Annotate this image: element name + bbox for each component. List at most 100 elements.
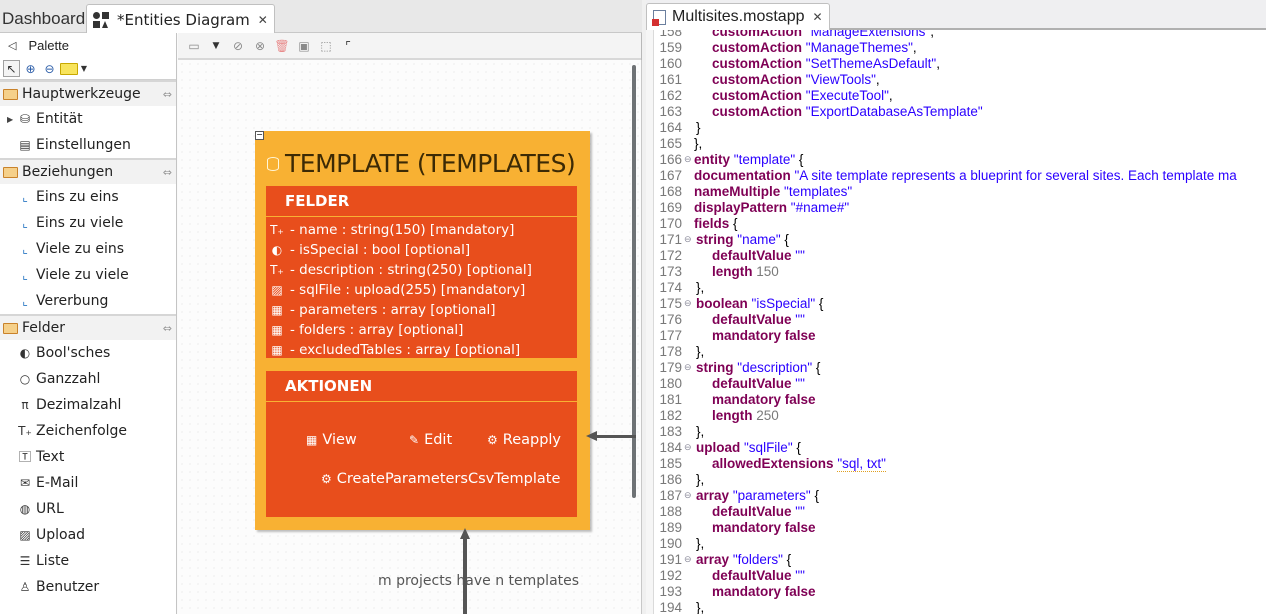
hide-label-icon[interactable]: ⊗	[252, 38, 268, 54]
code-line[interactable]: 168 nameMultiple "templates"	[646, 183, 1266, 199]
palette-item-eins-zu-eins[interactable]: ⌞ Eins zu eins	[0, 184, 176, 210]
diagram-canvas[interactable]: − TEMPLATE (TEMPLATES) FELDER T₊ - name :…	[178, 60, 642, 614]
tab-dashboard[interactable]: Dashboard	[0, 4, 91, 33]
code-line[interactable]: 177 mandatory false	[646, 327, 1266, 343]
select-all-icon[interactable]: ⬚	[318, 38, 334, 54]
chevron-down-icon[interactable]: ▼	[80, 60, 88, 77]
field-row[interactable]: T₊ - name : string(150) [mandatory]	[266, 220, 577, 240]
code-line[interactable]: 191 ⊖ array "folders" {	[646, 551, 1266, 567]
field-row[interactable]: ◐ - isSpecial : bool [optional]	[266, 240, 577, 260]
palette-item-benutzer[interactable]: ♙ Benutzer	[0, 574, 176, 600]
palette-item-url[interactable]: ◍ URL	[0, 496, 176, 522]
arrange-icon[interactable]: ▭	[186, 38, 202, 54]
pin-icon[interactable]: ⇔	[163, 166, 172, 179]
palette-item-email[interactable]: ✉ E-Mail	[0, 470, 176, 496]
dropdown-icon[interactable]: ▼	[208, 38, 224, 54]
fold-toggle-icon[interactable]: ⊖	[684, 554, 694, 565]
palette-item-viele-zu-eins[interactable]: ⌞ Viele zu eins	[0, 236, 176, 262]
code-line[interactable]: 189 mandatory false	[646, 519, 1266, 535]
palette-item-boolsches[interactable]: ◐ Bool'sches	[0, 340, 176, 366]
code-area[interactable]: 158 customAction "ManageExtensions", 159 cu…	[646, 30, 1266, 614]
note-icon[interactable]	[60, 62, 78, 75]
code-line[interactable]: 163 customAction "ExportDatabaseAsTemplat…	[646, 103, 1266, 119]
code-line[interactable]: 193 mandatory false	[646, 583, 1266, 599]
drawer-beziehungen[interactable]: Beziehungen ⇔	[0, 158, 176, 184]
actions-compartment[interactable]: AKTIONEN ▦ View ✎ Edit ⚙ Reapply ⚙ CreatePar…	[266, 371, 577, 517]
palette-item-dezimalzahl[interactable]: π Dezimalzahl	[0, 392, 176, 418]
tab-multisites-mostapp[interactable]: Multisites.mostapp ✕	[646, 3, 830, 30]
palette-item-text[interactable]: 🅃 Text	[0, 444, 176, 470]
fold-toggle-icon[interactable]: ⊖	[684, 234, 694, 245]
palette-item-entitaet[interactable]: ▶ ⛁ Entität	[0, 106, 176, 132]
hide-icon[interactable]: ⊘	[230, 38, 246, 54]
select-tool-icon[interactable]: ↖	[3, 60, 20, 77]
action-reapply[interactable]: ⚙ Reapply	[487, 432, 561, 448]
expand-icon[interactable]: ▶	[7, 115, 13, 124]
code-line[interactable]: 190},	[646, 535, 1266, 551]
code-line[interactable]: 172 defaultValue ""	[646, 247, 1266, 263]
code-line[interactable]: 187 ⊖ array "parameters" {	[646, 487, 1266, 503]
fold-toggle-icon[interactable]: ⊖	[684, 490, 694, 501]
entity-template[interactable]: − TEMPLATE (TEMPLATES) FELDER T₊ - name :…	[255, 131, 590, 530]
code-line[interactable]: 181 mandatory false	[646, 391, 1266, 407]
fold-toggle-icon[interactable]: ⊖	[684, 362, 694, 373]
code-line[interactable]: 180 defaultValue ""	[646, 375, 1266, 391]
code-line[interactable]: 166 ⊖ entity "template" {	[646, 151, 1266, 167]
code-line[interactable]: 188 defaultValue ""	[646, 503, 1266, 519]
fields-compartment[interactable]: FELDER T₊ - name : string(150) [mandatory…	[266, 186, 577, 358]
action-view[interactable]: ▦ View	[306, 432, 357, 448]
code-line[interactable]: 183},	[646, 423, 1266, 439]
code-line[interactable]: 186},	[646, 471, 1266, 487]
code-line[interactable]: 170 fields {	[646, 215, 1266, 231]
code-line[interactable]: 192 defaultValue ""	[646, 567, 1266, 583]
fold-toggle-icon[interactable]: ⊖	[684, 154, 694, 165]
drawer-felder[interactable]: Felder ⇔	[0, 314, 176, 340]
image-export-icon[interactable]: ▣	[296, 38, 312, 54]
palette-header[interactable]: ◁ Palette	[0, 33, 176, 58]
code-line[interactable]: 194},	[646, 599, 1266, 614]
code-line[interactable]: 178},	[646, 343, 1266, 359]
fold-toggle-icon[interactable]: ⊖	[684, 298, 694, 309]
zoom-in-icon[interactable]: ⊕	[22, 60, 39, 77]
code-line[interactable]: 164}	[646, 119, 1266, 135]
close-icon[interactable]: ✕	[813, 10, 823, 24]
field-row[interactable]: ▦ - folders : array [optional]	[266, 320, 577, 340]
code-line[interactable]: 165},	[646, 135, 1266, 151]
code-line[interactable]: 169 displayPattern "#name#"	[646, 199, 1266, 215]
code-line[interactable]: 171 ⊖ string "name" {	[646, 231, 1266, 247]
code-line[interactable]: 185 allowedExtensions "sql, txt"	[646, 455, 1266, 472]
fold-toggle-icon[interactable]: ⊖	[684, 442, 694, 453]
code-line[interactable]: 175 ⊖ boolean "isSpecial" {	[646, 295, 1266, 311]
pin-icon[interactable]: ⇔	[163, 322, 172, 335]
collapse-icon[interactable]: −	[255, 131, 264, 140]
drawer-hauptwerkzeuge[interactable]: Hauptwerkzeuge ⇔	[0, 80, 176, 106]
connection-line[interactable]	[595, 435, 636, 438]
connection-line[interactable]	[632, 65, 636, 498]
collapse-palette-icon[interactable]: ◁	[8, 39, 16, 52]
code-line[interactable]: 167 documentation "A site template repres…	[646, 167, 1266, 183]
connection-label[interactable]: m projects have n templates	[378, 573, 579, 589]
field-row[interactable]: ▦ - parameters : array [optional]	[266, 300, 577, 320]
code-line[interactable]: 182 length 250	[646, 407, 1266, 423]
palette-item-upload[interactable]: ▨ Upload	[0, 522, 176, 548]
code-line[interactable]: 162 customAction "ExecuteTool",	[646, 87, 1266, 103]
palette-item-vererbung[interactable]: ⌞ Vererbung	[0, 288, 176, 314]
action-create-parameters-csv-template[interactable]: ⚙ CreateParametersCsvTemplate	[321, 471, 560, 487]
code-line[interactable]: 160 customAction "SetThemeAsDefault",	[646, 55, 1266, 71]
field-row[interactable]: ▨ - sqlFile : upload(255) [mandatory]	[266, 280, 577, 300]
palette-item-zeichenfolge[interactable]: T₊ Zeichenfolge	[0, 418, 176, 444]
code-lines[interactable]: 158 customAction "ManageExtensions", 159 cu…	[646, 30, 1266, 614]
field-row[interactable]: T₊ - description : string(250) [optional]	[266, 260, 577, 280]
code-line[interactable]: 161 customAction "ViewTools",	[646, 71, 1266, 87]
close-icon[interactable]: ✕	[258, 13, 268, 27]
code-line[interactable]: 184 ⊖ upload "sqlFile" {	[646, 439, 1266, 455]
code-line[interactable]: 158 customAction "ManageExtensions",	[646, 30, 1266, 39]
zoom-out-icon[interactable]: ⊖	[41, 60, 58, 77]
code-line[interactable]: 176 defaultValue ""	[646, 311, 1266, 327]
tab-entities-diagram[interactable]: *Entities Diagram ✕	[86, 4, 275, 34]
palette-item-einstellungen[interactable]: ▤ Einstellungen	[0, 132, 176, 158]
code-line[interactable]: 174},	[646, 279, 1266, 295]
delete-icon[interactable]: 🗑	[274, 38, 290, 54]
code-line[interactable]: 159 customAction "ManageThemes",	[646, 39, 1266, 55]
palette-item-liste[interactable]: ☰ Liste	[0, 548, 176, 574]
